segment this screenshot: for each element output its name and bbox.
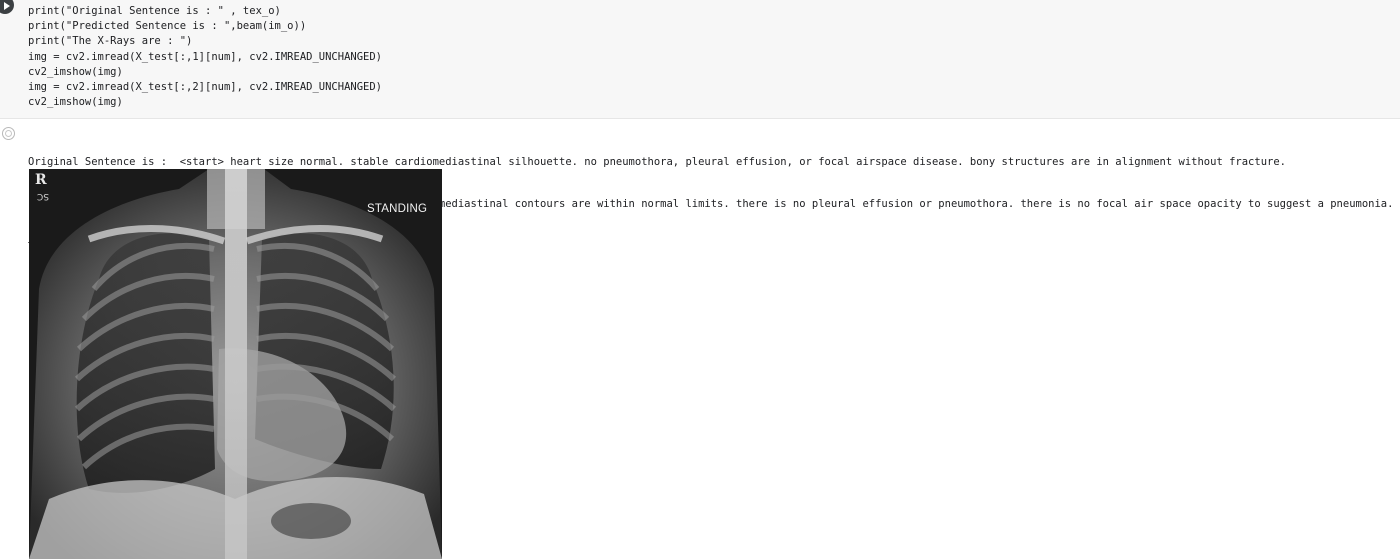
xray-graphic	[29, 169, 442, 559]
code-line: cv2_imshow(img)	[28, 96, 123, 109]
run-cell-icon[interactable]	[0, 0, 14, 14]
xray-sub-marker: SC	[37, 191, 49, 201]
code-line: cv2_imshow(img)	[28, 65, 123, 78]
chest-xray-image: R SC STANDING	[29, 169, 442, 559]
cell-output: Original Sentence is : <start> heart siz…	[0, 119, 1400, 559]
code-line: img = cv2.imread(X_test[:,2][num], cv2.I…	[28, 80, 383, 93]
code-line: img = cv2.imread(X_test[:,1][num], cv2.I…	[28, 50, 383, 63]
code-cell[interactable]: print("Original Sentence is : " , tex_o)…	[0, 0, 1400, 119]
code-line: print("Predicted Sentence is : ",beam(im…	[28, 20, 307, 33]
xray-side-marker: R	[35, 172, 47, 188]
xray-position-label: STANDING	[367, 203, 428, 215]
code-line: print("Original Sentence is : " , tex_o)	[28, 5, 281, 17]
code-line: print("The X-Rays are : ")	[28, 35, 193, 48]
notebook: print("Original Sentence is : " , tex_o)…	[0, 0, 1400, 559]
code-editor[interactable]: print("Original Sentence is : " , tex_o)…	[28, 4, 382, 110]
original-sentence-output: Original Sentence is : <start> heart siz…	[28, 155, 1286, 168]
output-indicator-icon[interactable]	[2, 127, 15, 140]
